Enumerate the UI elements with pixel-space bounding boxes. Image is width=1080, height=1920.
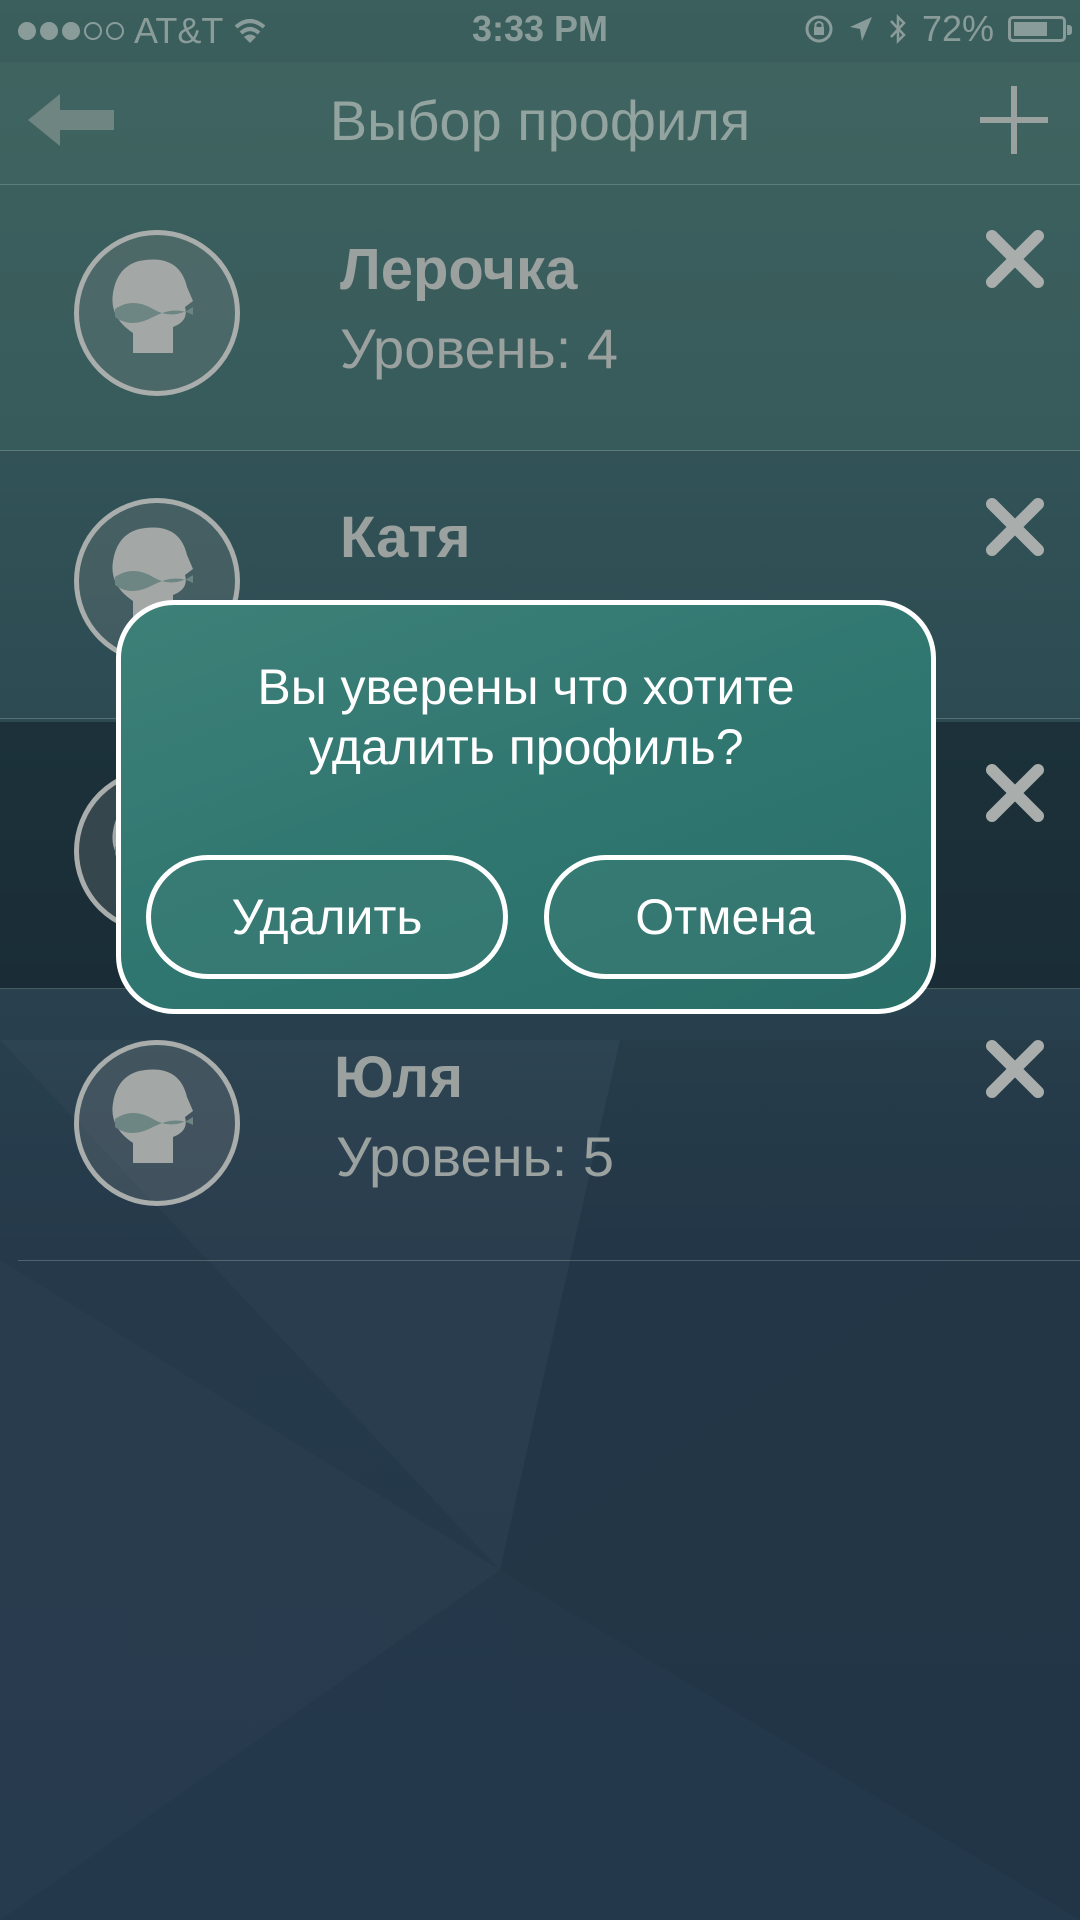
status-right-group: 72% xyxy=(804,8,1072,50)
navigation-bar: Выбор профиля xyxy=(0,62,1080,185)
delete-confirmation-dialog: Вы уверены что хотите удалить профиль? У… xyxy=(116,600,936,1014)
delete-icon[interactable] xyxy=(984,1038,1046,1100)
status-bar: AT&T 3:33 PM 72% xyxy=(0,0,1080,62)
avatar xyxy=(74,1040,240,1206)
rotation-lock-icon xyxy=(805,15,833,43)
battery-percent: 72% xyxy=(921,8,994,49)
cancel-button[interactable]: Отмена xyxy=(544,855,906,979)
dialog-message: Вы уверены что хотите удалить профиль? xyxy=(121,657,931,777)
profile-level: Уровень: 5 xyxy=(336,1125,614,1188)
confirm-delete-button[interactable]: Удалить xyxy=(146,855,508,979)
profile-name: Катя xyxy=(340,505,471,570)
profile-row[interactable]: Лерочка Уровень: 4 xyxy=(0,184,1080,451)
delete-icon[interactable] xyxy=(984,496,1046,558)
delete-icon[interactable] xyxy=(984,228,1046,290)
bluetooth-icon xyxy=(890,13,906,45)
profile-name: Лерочка xyxy=(340,237,578,302)
dialog-message-line-2: удалить профиль? xyxy=(308,719,744,775)
delete-icon[interactable] xyxy=(984,762,1046,824)
dialog-message-line-1: Вы уверены что хотите xyxy=(257,659,795,715)
head-profile-icon xyxy=(112,259,193,353)
battery-icon xyxy=(1008,16,1072,42)
profile-name: Юля xyxy=(334,1045,464,1110)
head-profile-icon xyxy=(112,1069,193,1163)
location-icon xyxy=(849,17,872,41)
profile-level: Уровень: 4 xyxy=(340,317,618,380)
plus-icon[interactable] xyxy=(978,84,1050,156)
profile-row[interactable]: Юля Уровень: 5 xyxy=(18,994,1080,1261)
avatar xyxy=(74,230,240,396)
page-title: Выбор профиля xyxy=(329,89,751,152)
